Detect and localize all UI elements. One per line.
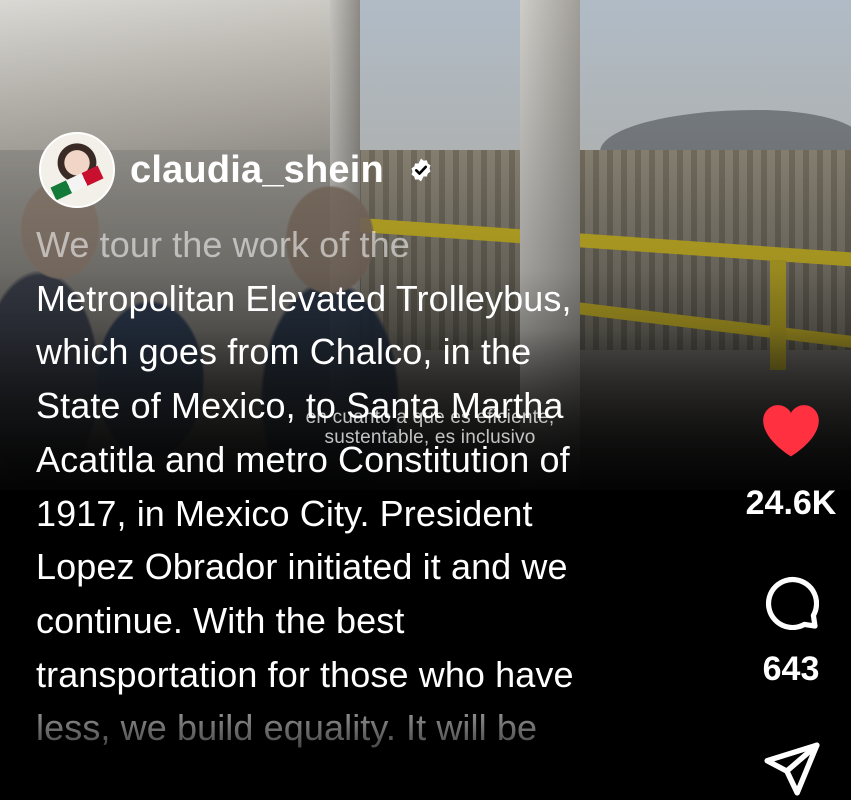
username[interactable]: claudia_shein (130, 148, 384, 192)
caption-line: continue. With the best (36, 599, 405, 641)
caption-line: transportation for those who have (36, 653, 574, 695)
caption-line: Metropolitan Elevated Trolleybus, (36, 277, 572, 319)
caption-line: less, we build equality. It will be (36, 707, 538, 749)
caption-line: We tour the work of the (36, 224, 410, 265)
comment-bubble-icon[interactable] (763, 574, 819, 630)
verified-badge-icon (411, 158, 431, 182)
caption-line: State of Mexico, to Santa Martha (36, 385, 564, 427)
send-paper-plane-icon[interactable] (763, 741, 821, 797)
avatar-sash (50, 165, 104, 201)
reel-viewer: en cuanto a que es eficiente, sustentabl… (0, 0, 851, 800)
avatar[interactable] (39, 132, 115, 208)
caption-line: which goes from Chalco, in the (36, 331, 532, 373)
heart-icon[interactable] (760, 402, 822, 458)
comment-count: 643 (762, 650, 820, 688)
caption-line: Lopez Obrador initiated it and we (36, 546, 568, 588)
caption-line: 1917, in Mexico City. President (36, 492, 533, 534)
like-count: 24.6K (745, 484, 837, 522)
post-caption[interactable]: We tour the work of the Metropolitan Ele… (36, 218, 696, 755)
caption-line: Acatitla and metro Constitution of (36, 438, 570, 480)
